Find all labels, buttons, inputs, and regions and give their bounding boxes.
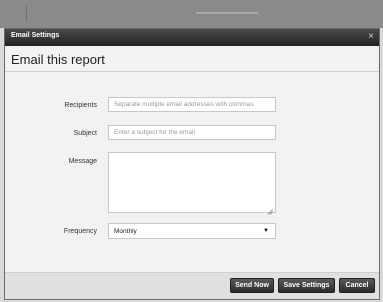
dialog-footer: Send Now Save Settings Cancel [5, 272, 379, 299]
message-label: Message [68, 158, 97, 165]
frequency-value: Monthly [114, 228, 137, 235]
frequency-label: Frequency [63, 228, 97, 235]
send-now-button[interactable]: Send Now [230, 278, 274, 293]
save-settings-button[interactable]: Save Settings [278, 278, 335, 293]
dialog-title: Email Settings [11, 32, 60, 39]
subject-input[interactable] [108, 125, 276, 140]
background-bar [196, 12, 258, 14]
recipients-input[interactable] [108, 97, 276, 112]
chevron-down-icon: ▼ [263, 228, 269, 234]
page-title: Email this report [11, 52, 105, 67]
message-textarea[interactable] [108, 152, 276, 213]
background-divider [26, 6, 27, 22]
dialog-titlebar: Email Settings × [5, 29, 379, 46]
frequency-select[interactable]: Monthly ▼ [108, 223, 276, 239]
email-settings-dialog: Email Settings × Email this report Recip… [4, 28, 380, 300]
recipients-label: Recipients [64, 102, 97, 109]
close-icon[interactable]: × [368, 31, 374, 43]
divider [5, 71, 379, 72]
resize-grip-icon[interactable] [267, 204, 273, 210]
background-window-strip [0, 0, 383, 28]
cancel-button[interactable]: Cancel [339, 278, 375, 293]
subject-label: Subject [73, 130, 97, 137]
